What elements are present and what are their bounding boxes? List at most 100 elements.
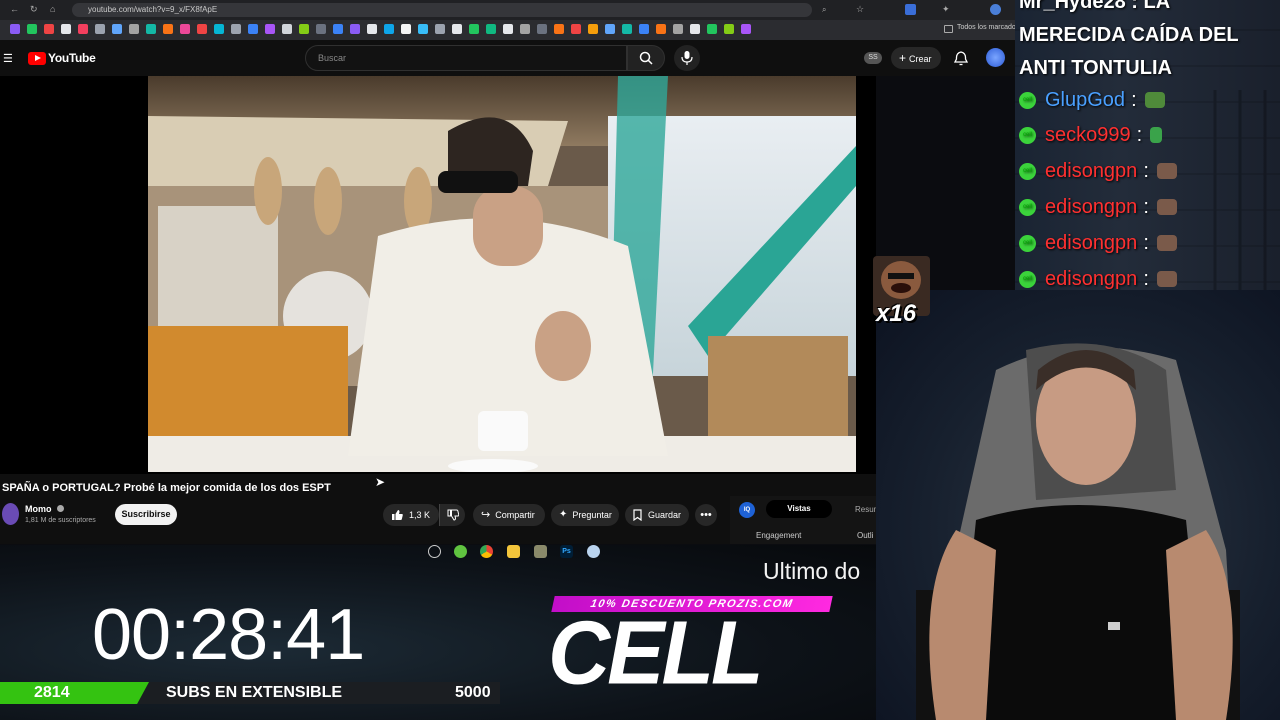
bookmark-icon[interactable] [622,24,632,34]
channel-name[interactable]: Momo [25,504,65,514]
bookmark-icon[interactable] [316,24,326,34]
bookmark-icon[interactable] [214,24,224,34]
dislike-button[interactable] [439,504,465,526]
chat-separator: : [1131,88,1137,111]
tab-views[interactable]: Vistas [766,500,832,518]
bookmark-icon[interactable] [180,24,190,34]
subs-goal-label: SUBS EN EXTENSIBLE [166,684,343,701]
account-avatar[interactable] [986,48,1005,67]
bookmark-icon[interactable] [112,24,122,34]
extensions-puzzle-icon[interactable]: ✦ [942,4,953,15]
youtube-wordmark: YouTube [48,51,96,65]
save-button[interactable]: Guardar [625,504,689,526]
bookmark-icon[interactable] [401,24,411,34]
bookmark-icon[interactable] [129,24,139,34]
bookmark-icon[interactable] [78,24,88,34]
bookmark-icon[interactable] [231,24,241,34]
bookmark-icon[interactable] [486,24,496,34]
bookmark-icon[interactable] [299,24,309,34]
extension-badge[interactable]: SS [864,52,882,64]
bookmark-star-icon[interactable]: ☆ [856,4,867,15]
bookmark-icon[interactable] [503,24,513,34]
bookmark-icon[interactable] [282,24,292,34]
game-app-icon[interactable] [587,545,600,558]
chat-separator: : [1136,123,1143,146]
bookmark-icon[interactable] [367,24,377,34]
bookmark-icon[interactable] [350,24,360,34]
minecraft-app-icon[interactable] [534,545,547,558]
bookmark-icon[interactable] [537,24,547,34]
bookmark-icon[interactable] [61,24,71,34]
bookmark-icon[interactable] [452,24,462,34]
frog-emote-icon [1144,92,1165,108]
zoom-icon[interactable]: ⌕ [822,4,833,15]
subscriber-badge-icon: cell [1019,91,1036,109]
reload-icon[interactable]: ↻ [30,4,41,15]
chat-highlight-message: Mr_Hyde28 : LA MERECIDA CAÍDA DEL ANTI T… [1019,0,1239,79]
bookmark-icon[interactable] [724,24,734,34]
clock-app-icon[interactable] [428,545,441,558]
thumbs-up-icon [392,510,403,520]
profile-avatar-icon[interactable] [990,4,1001,15]
bookmark-icon[interactable] [418,24,428,34]
bookmark-icon[interactable] [656,24,666,34]
extension-icon[interactable] [905,4,916,15]
youtube-logo[interactable]: YouTube [28,51,96,65]
vidiq-logo-icon[interactable]: IQ [739,502,755,518]
back-icon[interactable]: ← [10,4,21,15]
bookmark-icon[interactable] [10,24,20,34]
bookmark-icon[interactable] [707,24,717,34]
bookmark-icon[interactable] [384,24,394,34]
subscriber-badge-icon: cell [1019,198,1036,216]
bookmark-icon[interactable] [197,24,207,34]
channel-avatar[interactable] [2,503,19,525]
address-bar[interactable]: youtube.com/watch?v=9_x/FX8fApE [72,3,812,17]
voice-search-button[interactable] [674,45,700,71]
bookmark-icon[interactable] [265,24,275,34]
subscribe-button[interactable]: Suscribirse [115,504,177,525]
bookmark-icon[interactable] [690,24,700,34]
bookmark-icon[interactable] [44,24,54,34]
url-text: youtube.com/watch?v=9_x/FX8fApE [88,5,218,14]
search-input[interactable]: Buscar [305,45,627,71]
share-button[interactable]: ↪ Compartir [473,504,545,526]
chrome-app-icon[interactable] [480,545,493,558]
notifications-bell-icon[interactable] [954,51,968,66]
bookmark-icon[interactable] [588,24,598,34]
video-player[interactable] [148,76,856,472]
bookmark-icon[interactable] [605,24,615,34]
home-icon[interactable]: ⌂ [50,4,61,15]
bookmark-icon[interactable] [435,24,445,34]
bookmark-icon[interactable] [571,24,581,34]
xbox-app-icon[interactable] [454,545,467,558]
more-actions-button[interactable]: ••• [695,504,717,526]
bookmark-icon[interactable] [27,24,37,34]
like-button[interactable]: 1,3 K [383,504,439,526]
all-bookmarks-link[interactable]: Todos los marcador [957,24,1018,31]
share-label: Compartir [495,510,535,520]
chat-message: cell edisongpn : [1019,192,1177,222]
bookmark-icon[interactable] [673,24,683,34]
bookmark-icon[interactable] [163,24,173,34]
bookmark-icon[interactable] [520,24,530,34]
bookmark-icon[interactable] [639,24,649,34]
bookmark-icon[interactable] [554,24,564,34]
bookmark-icon[interactable] [146,24,156,34]
emote-face [881,261,921,299]
bookmark-icon[interactable] [95,24,105,34]
search-button[interactable] [627,45,665,71]
hamburger-menu-icon[interactable]: ☰ [3,52,13,65]
verified-badge-icon [57,505,65,512]
search-icon [639,51,653,65]
ask-button[interactable]: ✦ Preguntar [551,504,619,526]
bookmark-icon[interactable] [333,24,343,34]
file-explorer-icon[interactable] [507,545,520,558]
laughing-emote-icon [1156,271,1177,287]
bookmark-icon[interactable] [469,24,479,34]
subscriber-badge-icon: cell [1019,126,1036,144]
create-button[interactable]: + Crear [891,47,941,69]
photoshop-app-icon[interactable]: Ps [560,545,573,558]
subs-goal-fill [0,682,149,704]
bookmark-icon[interactable] [741,24,751,34]
bookmark-icon[interactable] [248,24,258,34]
